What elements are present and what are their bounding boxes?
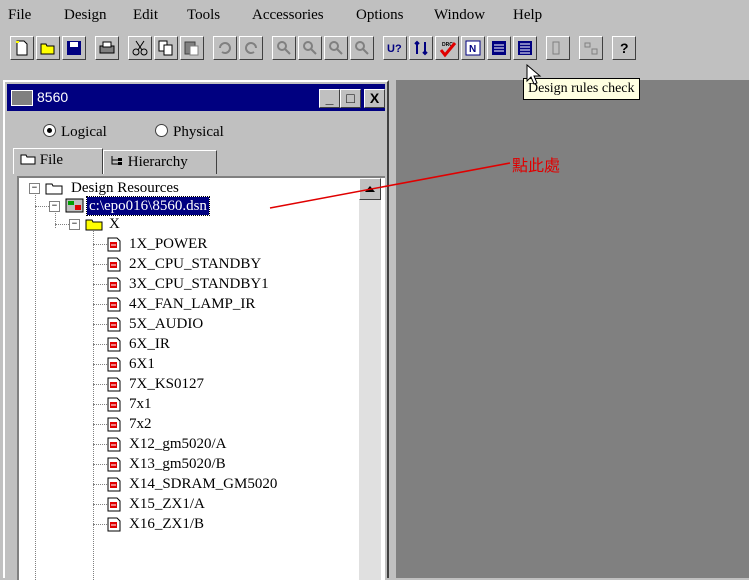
annotation-label: 點此處: [512, 156, 561, 175]
mouse-cursor-icon: [526, 64, 542, 85]
